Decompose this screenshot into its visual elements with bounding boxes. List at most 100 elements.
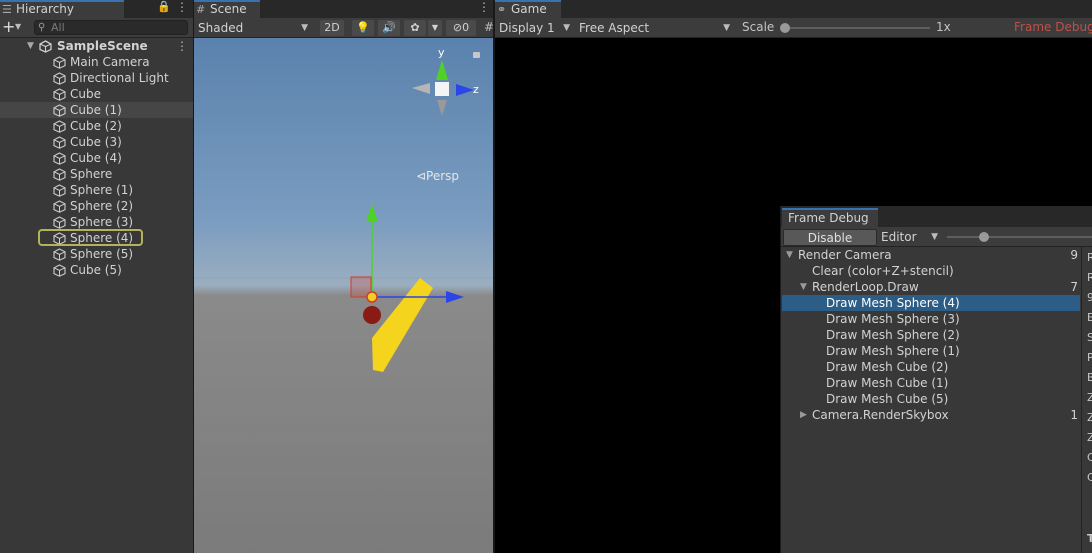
detail-field-label: R (1087, 271, 1092, 284)
aspect-dropdown[interactable]: Free Aspect ▼ (579, 20, 733, 36)
frame-debug-tabbar: Frame Debug (781, 206, 1092, 227)
frame-event-row[interactable]: Draw Mesh Sphere (4) (782, 295, 1080, 311)
tab-hierarchy[interactable]: ☰ Hierarchy (0, 0, 124, 18)
hierarchy-item[interactable]: Sphere (2) (0, 198, 193, 214)
effects-toggle-icon[interactable]: ✿ (404, 20, 426, 36)
target-dropdown[interactable]: Editor ▼ (881, 229, 941, 245)
move-z-handle[interactable] (446, 291, 464, 303)
hierarchy-item[interactable]: Cube (3) (0, 134, 193, 150)
frame-event-label: Camera.RenderSkybox (812, 408, 949, 422)
hierarchy-item-label: Main Camera (70, 55, 150, 69)
search-placeholder: All (51, 21, 65, 34)
add-button[interactable]: + (2, 18, 15, 36)
hierarchy-item[interactable]: Sphere (3) (0, 214, 193, 230)
frame-event-row[interactable]: Clear (color+Z+stencil) (782, 263, 1080, 279)
display-dropdown[interactable]: Display 1 ▼ (499, 20, 573, 36)
list-icon: ☰ (2, 3, 12, 16)
tab-scene[interactable]: # Scene (194, 0, 260, 18)
frame-event-row[interactable]: ▼ Render Camera 9 (782, 247, 1080, 263)
scale-slider-knob[interactable] (780, 23, 790, 33)
expand-arrow-icon[interactable]: ▼ (27, 38, 34, 54)
cube-icon (53, 72, 66, 85)
orientation-gizmo[interactable]: y z (412, 46, 480, 116)
collapse-arrow-icon[interactable]: ▼ (786, 247, 793, 263)
frame-event-row[interactable]: Draw Mesh Cube (2) (782, 359, 1080, 375)
hierarchy-item-label: Cube (5) (70, 263, 122, 277)
gizmo-lock-icon[interactable] (473, 52, 480, 58)
event-slider-knob[interactable] (979, 232, 989, 242)
hierarchy-item-label: Cube (1) (70, 103, 122, 117)
scene-root-row[interactable]: ▼ SampleScene ⋮ (0, 38, 193, 54)
frame-event-label: Draw Mesh Cube (2) (826, 360, 949, 374)
gizmo-center-cube[interactable] (435, 82, 449, 96)
projection-toggle[interactable]: ⊲Persp (416, 169, 459, 183)
detail-field-label: P (1087, 351, 1092, 364)
more-menu-icon[interactable]: ⋮ (176, 0, 188, 14)
scene-menu-icon[interactable]: ⋮ (176, 38, 188, 54)
frame-event-row[interactable]: Draw Mesh Cube (1) (782, 375, 1080, 391)
frame-event-row[interactable]: ▶ Camera.RenderSkybox 1 (782, 407, 1080, 423)
dropdown-arrow-icon: ▼ (723, 23, 730, 33)
scene-menu-icon[interactable]: ⋮ (478, 0, 490, 14)
hierarchy-item[interactable]: Cube (1) (0, 102, 193, 118)
gizmo-z-label: z (473, 83, 479, 96)
shading-mode-dropdown[interactable]: Shaded ▼ (198, 20, 311, 36)
gizmo-y-axis[interactable] (436, 60, 448, 80)
scene-render[interactable]: y z (194, 38, 493, 553)
hierarchy-item[interactable]: Cube (5) (0, 262, 193, 278)
gizmo-z-axis[interactable] (456, 84, 474, 96)
hierarchy-tabbar: ☰ Hierarchy 🔒 ⋮ (0, 0, 193, 18)
hierarchy-item[interactable]: Cube (2) (0, 118, 193, 134)
audio-toggle-icon[interactable]: 🔊 (378, 20, 400, 36)
cube-icon (53, 184, 66, 197)
red-sphere-object[interactable] (363, 306, 381, 324)
effects-dropdown-arrow-icon[interactable]: ▼ (428, 20, 442, 36)
gizmo-neg-z-axis[interactable] (412, 83, 430, 94)
scene-tabbar: # Scene ⋮ (194, 0, 493, 18)
cube-icon (53, 136, 66, 149)
cube-icon (53, 264, 66, 277)
frame-event-row[interactable]: Draw Mesh Cube (5) (782, 391, 1080, 407)
dropdown-arrow-icon: ▼ (563, 23, 570, 33)
frame-event-row[interactable]: Draw Mesh Sphere (1) (782, 343, 1080, 359)
frame-event-count: 9 (1070, 248, 1078, 262)
scene-viewport[interactable]: y z ⊲Persp (194, 38, 493, 553)
hierarchy-toolbar: + ▼ ⚲ All (0, 18, 193, 38)
scale-slider-track[interactable] (785, 27, 930, 29)
disable-button[interactable]: Disable (783, 229, 877, 246)
frame-event-label: RenderLoop.Draw (812, 280, 919, 294)
add-dropdown-arrow-icon[interactable]: ▼ (15, 22, 21, 31)
hidden-objects-button[interactable]: ⊘0 (446, 20, 476, 36)
hierarchy-item[interactable]: Sphere (5) (0, 246, 193, 262)
expand-arrow-icon[interactable]: ▶ (800, 407, 807, 423)
hierarchy-item-label: Sphere (1) (70, 183, 134, 197)
hierarchy-item[interactable]: Sphere (0, 166, 193, 182)
scene-name: SampleScene (57, 39, 148, 53)
hierarchy-item[interactable]: Cube (0, 86, 193, 102)
collapse-arrow-icon[interactable]: ▼ (800, 279, 807, 295)
tab-game[interactable]: ⚭ Game (495, 0, 561, 18)
lock-icon[interactable]: 🔒 (157, 0, 171, 13)
frame-event-row[interactable]: Draw Mesh Sphere (2) (782, 327, 1080, 343)
game-tabbar: ⚭ Game (495, 0, 1092, 18)
move-tool-gizmo[interactable] (350, 204, 464, 303)
hierarchy-item[interactable]: Main Camera (0, 54, 193, 70)
move-y-handle[interactable] (366, 204, 378, 222)
frame-debug-indicator: Frame Debug (1014, 20, 1092, 34)
toggle-2d-button[interactable]: 2D (320, 20, 344, 36)
move-center-handle[interactable] (366, 291, 378, 303)
hierarchy-item[interactable]: Sphere (1) (0, 182, 193, 198)
event-slider-track[interactable] (947, 236, 1092, 238)
frame-event-row[interactable]: ▼ RenderLoop.Draw 7 (782, 279, 1080, 295)
hierarchy-item[interactable]: Directional Light (0, 70, 193, 86)
frame-event-count: 7 (1070, 280, 1078, 294)
search-input[interactable]: ⚲ All (34, 20, 188, 35)
frame-event-row[interactable]: Draw Mesh Sphere (3) (782, 311, 1080, 327)
gizmo-neg-y-axis[interactable] (437, 100, 447, 116)
hierarchy-item-label: Sphere (70, 167, 113, 181)
hierarchy-item[interactable]: Cube (4) (0, 150, 193, 166)
cube-icon (53, 168, 66, 181)
tab-frame-debug[interactable]: Frame Debug (782, 208, 878, 227)
gamepad-icon: ⚭ (497, 3, 507, 16)
lighting-toggle-icon[interactable]: 💡 (352, 20, 374, 36)
